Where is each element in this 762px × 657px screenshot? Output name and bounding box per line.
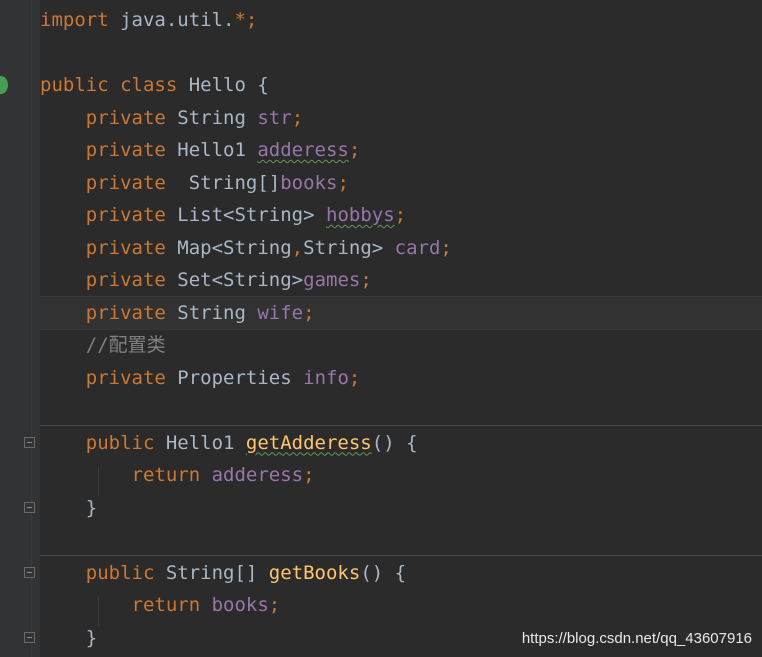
code-token: hobbys: [326, 204, 395, 226]
code-token: private: [85, 204, 178, 226]
code-token: String[]: [177, 171, 281, 194]
code-token: books: [280, 171, 338, 194]
code-token: Hello {: [188, 74, 269, 96]
code-line[interactable]: private Hello1 adderess;: [40, 134, 361, 166]
code-line[interactable]: return books;: [40, 589, 281, 621]
code-token: books: [211, 594, 269, 616]
code-token: ;: [348, 366, 361, 389]
code-editor[interactable]: import java.util.*; public class Hello { …: [40, 0, 762, 657]
code-token: public: [85, 431, 166, 454]
watermark: https://blog.csdn.net/qq_43607916: [521, 630, 752, 647]
code-token: ;: [291, 106, 304, 129]
code-token: ,: [291, 236, 304, 259]
code-token: Hello1: [177, 139, 258, 161]
code-line[interactable]: private Properties info;: [40, 362, 361, 394]
code-token: () {: [371, 431, 418, 454]
code-token: String: [177, 106, 258, 129]
code-token: adderess: [257, 139, 349, 161]
code-token: ;: [303, 301, 315, 324]
code-token: private: [85, 139, 178, 161]
code-token: private: [85, 171, 178, 194]
code-token: }: [85, 496, 98, 519]
code-token: ;: [337, 171, 349, 194]
code-token: ;: [245, 9, 258, 31]
fold-icon[interactable]: [24, 502, 35, 513]
code-line[interactable]: private List<String> hobbys;: [40, 199, 406, 231]
code-line[interactable]: import java.util.*;: [40, 4, 257, 36]
code-token: getBooks: [268, 561, 361, 584]
code-token: *: [234, 9, 246, 31]
code-token: Hello1: [165, 431, 246, 454]
run-gutter-icon[interactable]: [0, 76, 8, 94]
code-token: ;: [268, 594, 281, 616]
code-token: Set<String>: [177, 269, 304, 291]
code-line[interactable]: private Map<String,String> card;: [40, 232, 452, 264]
code-token: ;: [303, 464, 315, 486]
code-line[interactable]: public Hello1 getAdderess() {: [40, 427, 418, 459]
code-line[interactable]: private String wife;: [40, 297, 315, 329]
code-token: Properties: [177, 366, 304, 389]
code-token: ;: [394, 204, 407, 226]
code-token: String>: [303, 236, 395, 259]
fold-icon[interactable]: [24, 437, 35, 448]
code-token: card: [394, 236, 441, 259]
code-token: private: [85, 301, 178, 324]
code-token: String[]: [165, 561, 269, 584]
code-token: return: [131, 594, 212, 616]
gutter-divider: [31, 0, 32, 657]
code-token: java.util.: [120, 9, 235, 31]
code-token: ;: [360, 269, 372, 291]
code-token: private: [85, 236, 178, 259]
code-token: String: [177, 301, 258, 324]
code-token: private: [85, 106, 178, 129]
code-token: class: [120, 74, 189, 96]
code-token: return: [131, 464, 212, 486]
code-line[interactable]: }: [40, 492, 97, 524]
code-token: public: [40, 74, 121, 96]
code-line[interactable]: private Set<String>games;: [40, 264, 372, 296]
fold-icon[interactable]: [24, 632, 35, 643]
code-line[interactable]: return adderess;: [40, 459, 315, 491]
code-line[interactable]: public class Hello {: [40, 69, 269, 101]
code-token: getAdderess: [245, 431, 372, 454]
code-line[interactable]: private String str;: [40, 102, 303, 134]
code-token: public: [85, 561, 166, 584]
code-token: //配置类: [85, 334, 166, 356]
editor-gutter: [0, 0, 40, 657]
code-token: games: [303, 269, 361, 291]
code-token: }: [85, 626, 98, 649]
code-token: wife: [257, 301, 304, 324]
code-token: private: [85, 366, 178, 389]
code-line[interactable]: public String[] getBooks() {: [40, 557, 406, 589]
fold-icon[interactable]: [24, 567, 35, 578]
code-token: ;: [440, 236, 452, 259]
code-token: import: [40, 9, 121, 31]
code-line[interactable]: //配置类: [40, 329, 166, 361]
code-line[interactable]: private String[]books;: [40, 167, 349, 199]
code-token: List<String>: [177, 204, 326, 226]
code-line[interactable]: }: [40, 622, 97, 654]
code-token: adderess: [211, 464, 304, 486]
code-token: str: [257, 106, 292, 129]
code-token: () {: [360, 561, 407, 584]
code-token: info: [303, 366, 349, 389]
code-token: private: [85, 269, 178, 291]
code-token: ;: [348, 139, 361, 161]
code-token: Map<String: [177, 236, 292, 259]
